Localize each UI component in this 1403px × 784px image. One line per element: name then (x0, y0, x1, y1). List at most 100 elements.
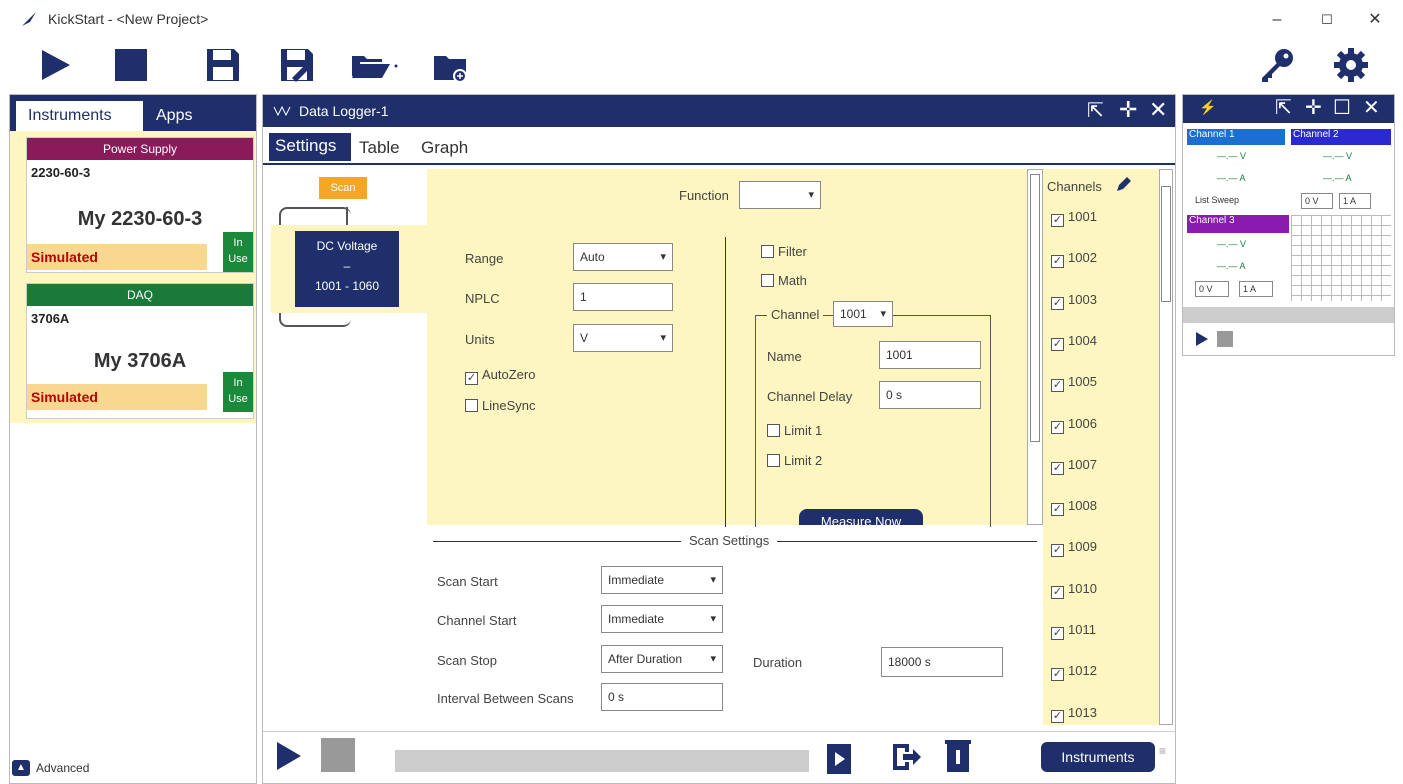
channel-item[interactable]: ✓ 1008 (1051, 498, 1097, 517)
channel-item[interactable]: ✓ 1005 (1051, 374, 1097, 393)
channel-start-select[interactable]: Immediate (601, 605, 723, 633)
instrument-card-daq[interactable]: DAQ 3706A My 3706A Simulated In Use (26, 283, 254, 419)
duration-input[interactable]: 18000 s (881, 647, 1003, 677)
maximize-icon[interactable]: ☐ (1333, 95, 1351, 120)
dc-voltage-block[interactable]: DC Voltage – 1001 - 1060 (295, 231, 399, 307)
popout-icon[interactable]: ⇱ (1087, 98, 1104, 123)
play-document-icon[interactable] (825, 742, 853, 776)
tab-underline (263, 163, 1175, 165)
tab-table[interactable]: Table (359, 138, 400, 158)
progress-bar (395, 750, 809, 772)
linesync-checkbox[interactable]: LineSync (465, 398, 535, 413)
instruments-button[interactable]: Instruments (1041, 742, 1155, 772)
measure-now-button[interactable]: Measure Now (799, 509, 923, 525)
math-checkbox[interactable]: Math (761, 273, 807, 288)
channel2-header[interactable]: Channel 2 (1291, 129, 1391, 145)
channel-item[interactable]: ✓ 1006 (1051, 416, 1097, 434)
channel-number: 1001 (1068, 209, 1097, 224)
channels-label: Channels (1047, 179, 1102, 194)
filter-label: Filter (778, 244, 807, 259)
channel-item[interactable]: ✓ 1013 (1051, 705, 1097, 723)
close-panel-icon[interactable]: ✕ (1363, 95, 1380, 120)
chevron-up-icon[interactable]: ▲ (12, 760, 30, 776)
move-icon[interactable]: ✛ (1305, 95, 1322, 120)
ch2-voltage-set[interactable]: 0 V (1301, 193, 1333, 209)
run-icon[interactable] (1195, 331, 1209, 347)
tab-instruments[interactable]: Instruments (16, 101, 143, 131)
channel-item[interactable]: ✓ 1002 (1051, 250, 1097, 269)
move-icon[interactable]: ✛ (1119, 97, 1137, 123)
channel-item[interactable]: ✓ 1007 (1051, 457, 1097, 475)
nplc-input[interactable]: 1 (573, 283, 673, 311)
ch2-current-set[interactable]: 1 A (1339, 193, 1371, 209)
logger-bottom-bar: Instruments ≡ (263, 731, 1175, 783)
run-icon[interactable] (275, 740, 303, 772)
channel-item[interactable]: ✓ 1003 (1051, 292, 1097, 310)
channel1-header[interactable]: Channel 1 (1187, 129, 1285, 145)
channel-item[interactable]: ✓ 1001 (1051, 209, 1097, 227)
gear-icon[interactable] (1332, 46, 1370, 84)
scroll-thumb[interactable] (1161, 186, 1171, 302)
channel-item[interactable]: ✓ 1011 (1051, 622, 1096, 640)
new-folder-icon[interactable] (432, 46, 470, 84)
limit2-checkbox[interactable]: Limit 2 (767, 453, 822, 468)
instrument-card-power-supply[interactable]: Power Supply 2230-60-3 My 2230-60-3 Simu… (26, 137, 254, 273)
channel-delay-label: Channel Delay (767, 389, 853, 404)
maximize-button[interactable]: ☐ (1312, 8, 1342, 32)
channel-item[interactable]: ✓ 1009 (1051, 539, 1097, 558)
minimize-button[interactable]: – (1262, 8, 1292, 32)
close-button[interactable]: ✕ (1360, 8, 1390, 32)
pencil-icon[interactable] (1115, 175, 1133, 193)
loop-arrow (346, 207, 348, 225)
ch1-current: —.— A (1217, 173, 1246, 183)
stop-icon[interactable] (321, 738, 355, 772)
tab-graph[interactable]: Graph (421, 138, 468, 158)
stop-icon[interactable] (112, 46, 150, 84)
card-model: 2230-60-3 (31, 165, 91, 180)
units-select[interactable]: V (573, 324, 673, 352)
autozero-checkbox[interactable]: ✓ AutoZero (465, 367, 535, 385)
channel3-header[interactable]: Channel 3 (1187, 215, 1289, 233)
settings-scrollbar[interactable] (1027, 169, 1043, 525)
scroll-thumb[interactable] (1030, 174, 1040, 442)
tab-settings[interactable]: Settings (269, 133, 351, 161)
key-icon[interactable] (1258, 46, 1296, 84)
channel-item[interactable]: ✓ 1012 (1051, 663, 1097, 682)
stop-icon[interactable] (1217, 331, 1233, 347)
in-use-badge: In Use (223, 232, 253, 272)
channel-delay-input[interactable]: 0 s (879, 381, 981, 409)
info-icon[interactable] (943, 738, 973, 774)
function-select[interactable] (739, 181, 821, 209)
menu-icon[interactable]: ≡ (1159, 744, 1166, 758)
interval-input[interactable]: 0 s (601, 683, 723, 711)
tab-apps[interactable]: Apps (156, 107, 192, 125)
ch3-current-set[interactable]: 1 A (1239, 281, 1273, 297)
autozero-label: AutoZero (482, 367, 536, 382)
close-panel-icon[interactable]: ✕ (1149, 97, 1167, 123)
channel-number: 1005 (1068, 374, 1097, 390)
name-input[interactable]: 1001 (879, 341, 981, 369)
range-select[interactable]: Auto (573, 243, 673, 271)
filter-checkbox[interactable]: Filter (761, 244, 807, 259)
scan-stop-select[interactable]: After Duration (601, 645, 723, 673)
units-label: Units (465, 332, 495, 347)
data-logger-panel: Data Logger-1 ⇱ ✛ ✕ Settings Table Graph… (262, 94, 1176, 784)
amp-unit: A (1345, 173, 1352, 183)
open-icon[interactable] (350, 46, 400, 84)
checkbox-icon: ✓ (1051, 627, 1064, 640)
save-icon[interactable] (204, 46, 242, 84)
checkbox-icon: ✓ (1051, 544, 1064, 558)
channel-item[interactable]: ✓ 1010 (1051, 581, 1097, 599)
popout-icon[interactable]: ⇱ (1275, 95, 1292, 120)
export-icon[interactable] (889, 740, 923, 774)
ch3-voltage-set[interactable]: 0 V (1195, 281, 1229, 297)
run-icon[interactable] (38, 46, 76, 84)
channel-item[interactable]: ✓ 1004 (1051, 333, 1097, 351)
scan-start-select[interactable]: Immediate (601, 566, 723, 594)
card-nickname: My 2230-60-3 (77, 208, 203, 230)
advanced-toggle[interactable]: Advanced (36, 761, 89, 775)
limit1-checkbox[interactable]: Limit 1 (767, 423, 822, 438)
channels-scrollbar[interactable] (1159, 169, 1173, 725)
save-as-icon[interactable] (278, 46, 316, 84)
channel-select[interactable]: 1001 (833, 301, 893, 327)
